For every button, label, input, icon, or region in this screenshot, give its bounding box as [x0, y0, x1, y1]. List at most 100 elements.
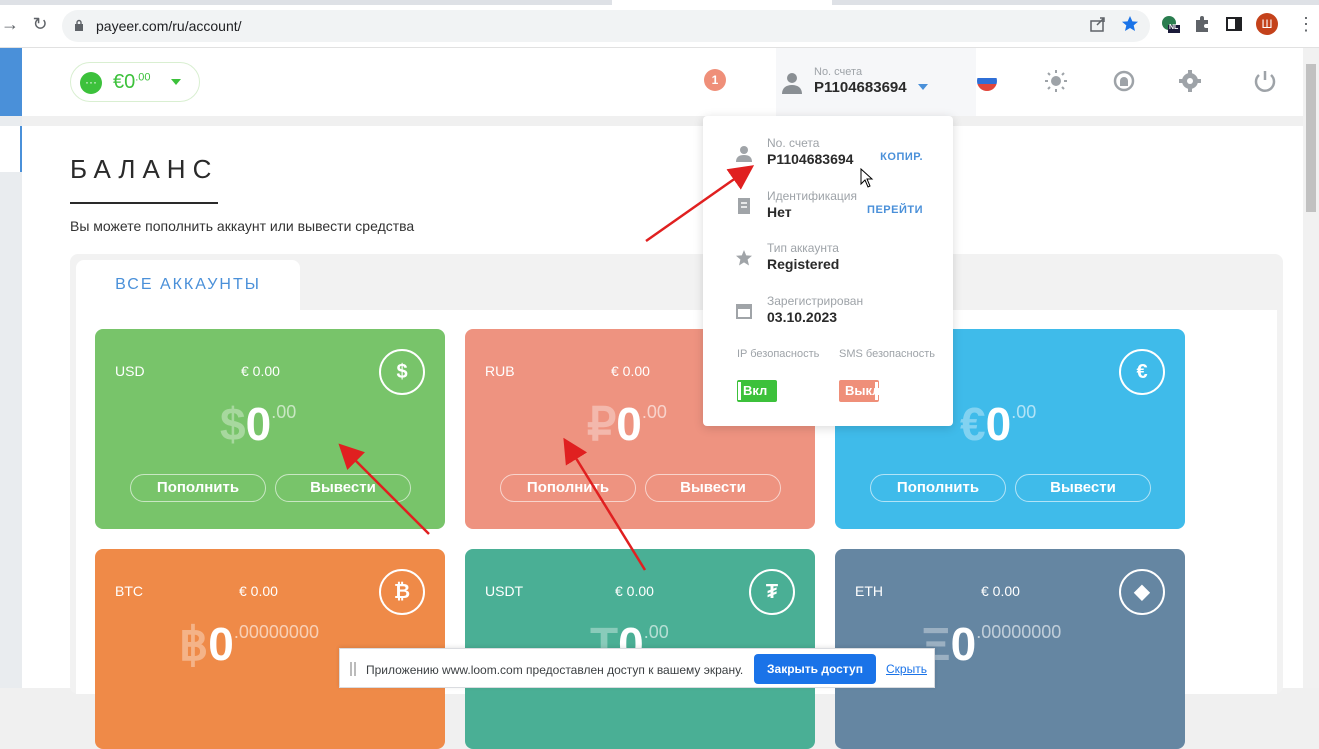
stop-sharing-button[interactable]: Закрыть доступ [754, 654, 876, 684]
wallet-balance: €0.00 [113, 71, 151, 93]
ethereum-icon: ◆ [1119, 569, 1165, 615]
withdraw-button[interactable]: Вывести [1015, 474, 1151, 502]
page-subtitle: Вы можете пополнить аккаунт или вывести … [70, 218, 415, 234]
card-eur-value: € 0.00 [611, 363, 650, 379]
hide-link[interactable]: Скрыть [886, 662, 927, 676]
wallet-balance-button[interactable]: ··· €0.00 [70, 62, 200, 102]
dropdown-account-number: No. счета P1104683694 КОПИР. [703, 136, 953, 182]
user-icon [782, 73, 802, 94]
account-dropdown: No. счета P1104683694 КОПИР. Идентификац… [703, 116, 953, 426]
mouse-cursor-icon [860, 168, 874, 188]
support-chat-icon[interactable] [1112, 69, 1136, 93]
dropdown-label: Зарегистрирован [767, 294, 864, 308]
dropdown-label: Тип аккаунта [767, 241, 839, 255]
browser-menu-icon[interactable]: ⋮ [1296, 14, 1316, 34]
bitcoin-icon: ₿ [379, 569, 425, 615]
go-verification-button[interactable]: ПЕРЕЙТИ [867, 204, 923, 216]
logout-power-icon[interactable] [1253, 69, 1277, 93]
card-balance: ₽0.00 [587, 398, 667, 450]
url-text: payeer.com/ru/account/ [96, 18, 242, 34]
screen-share-notification: Приложению www.loom.com предоставлен дос… [339, 648, 935, 688]
lock-icon [75, 19, 83, 31]
share-message: Приложению www.loom.com предоставлен дос… [366, 663, 744, 677]
card-balance: $0.00 [220, 398, 297, 450]
chevron-down-icon [918, 84, 928, 90]
accounts-panel: ВСЕ АККАУНТЫ USD € 0.00 $ $0.00 Пополнит… [70, 254, 1283, 749]
sms-security-toggle[interactable]: Выкл [839, 380, 880, 402]
side-panel-icon[interactable] [1224, 14, 1244, 34]
user-icon [736, 146, 752, 162]
account-card-usd[interactable]: USD € 0.00 $ $0.00 Пополнить Вывести [95, 329, 445, 529]
deposit-button[interactable]: Пополнить [500, 474, 636, 502]
chevron-down-icon [171, 79, 181, 85]
calendar-icon [736, 304, 752, 319]
sidebar-logo-block[interactable] [0, 48, 22, 116]
card-currency: USD [115, 363, 145, 379]
scrollbar-thumb[interactable] [1306, 64, 1316, 212]
tab-strip [0, 0, 612, 5]
browser-toolbar: → ↻ payeer.com/ru/account/ NL Ш ⋮ [0, 0, 1319, 48]
notification-badge[interactable]: 1 [704, 69, 726, 91]
page-scrollbar[interactable] [1303, 48, 1319, 688]
extensions-puzzle-icon[interactable] [1192, 14, 1212, 34]
dropdown-identification: Идентификация Нет ПЕРЕЙТИ [703, 189, 953, 235]
profile-avatar[interactable]: Ш [1256, 13, 1278, 35]
account-number-label: No. счета [814, 66, 863, 78]
deposit-button[interactable]: Пополнить [870, 474, 1006, 502]
tab-all-accounts-label: ВСЕ АККАУНТЫ [115, 276, 261, 293]
copy-account-button[interactable]: КОПИР. [880, 151, 923, 163]
dropdown-label: No. счета [767, 136, 820, 150]
language-flag-icon[interactable] [975, 69, 999, 93]
tab-strip-right [832, 0, 1319, 5]
dropdown-value: Registered [767, 256, 840, 272]
extension-badge: NL [1169, 24, 1179, 31]
card-eur-value: € 0.00 [615, 583, 654, 599]
deposit-button[interactable]: Пополнить [130, 474, 266, 502]
sidebar-item-active[interactable] [0, 126, 22, 172]
dropdown-value: Нет [767, 204, 792, 220]
dropdown-value: P1104683694 [767, 151, 854, 167]
account-header: ··· €0.00 1 No. счета P1104683694 [22, 48, 1303, 116]
card-currency: ETH [855, 583, 883, 599]
account-number: P1104683694 [814, 79, 907, 96]
ip-security-toggle[interactable]: Вкл [737, 380, 777, 402]
vpn-extension-icon[interactable]: NL [1160, 14, 1180, 34]
bookmark-star-icon[interactable] [1120, 14, 1140, 34]
forward-icon[interactable]: → [0, 14, 20, 34]
tab-all-accounts[interactable]: ВСЕ АККАУНТЫ [76, 260, 300, 310]
cards-grid: USD € 0.00 $ $0.00 Пополнить Вывести RUB… [76, 310, 1277, 749]
ip-security-label: IP безопасность [737, 348, 820, 360]
dollar-icon: $ [379, 349, 425, 395]
theme-sun-icon[interactable] [1044, 69, 1068, 93]
tether-icon: ₮ [749, 569, 795, 615]
document-icon [738, 198, 750, 214]
drag-handle-icon[interactable] [350, 662, 356, 676]
card-balance: ฿0.00000000 [179, 618, 319, 670]
sms-security-label: SMS безопасность [839, 348, 936, 360]
card-balance: €0.00 [960, 398, 1037, 450]
star-icon [736, 250, 752, 266]
reload-icon[interactable]: ↻ [30, 14, 50, 34]
card-currency: USDT [485, 583, 524, 599]
card-eur-value: € 0.00 [981, 583, 1020, 599]
share-icon[interactable] [1088, 14, 1108, 34]
euro-icon: € [1119, 349, 1165, 395]
card-eur-value: € 0.00 [241, 363, 280, 379]
dropdown-account-type: Тип аккаунта Registered [703, 241, 953, 287]
wallet-dots-icon: ··· [80, 72, 102, 94]
withdraw-button[interactable]: Вывести [275, 474, 411, 502]
page-title: БАЛАНС [70, 154, 219, 184]
dropdown-label: Идентификация [767, 189, 857, 203]
settings-gear-icon[interactable] [1178, 69, 1202, 93]
address-bar[interactable]: payeer.com/ru/account/ [62, 10, 1150, 42]
balance-page: БАЛАНС Вы можете пополнить аккаунт или в… [22, 126, 1303, 749]
dropdown-value: 03.10.2023 [767, 309, 838, 325]
card-balance: Ξ0.00000000 [921, 618, 1062, 670]
withdraw-button[interactable]: Вывести [645, 474, 781, 502]
card-eur-value: € 0.00 [239, 583, 278, 599]
title-underline [70, 202, 218, 204]
card-currency: BTC [115, 583, 143, 599]
account-menu-toggle[interactable]: No. счета P1104683694 [776, 48, 976, 116]
card-currency: RUB [485, 363, 515, 379]
dropdown-registered: Зарегистрирован 03.10.2023 [703, 294, 953, 340]
